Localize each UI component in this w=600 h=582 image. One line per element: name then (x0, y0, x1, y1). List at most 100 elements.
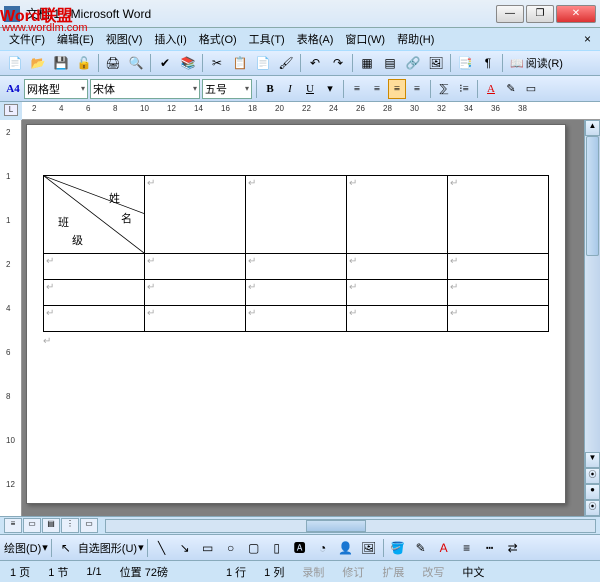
table-cell[interactable]: ↵ (44, 306, 145, 332)
table-cell[interactable]: ↵ (448, 176, 549, 254)
arrow-style-icon[interactable]: ⇄ (502, 537, 524, 559)
scroll-up-icon[interactable]: ▲ (585, 120, 600, 136)
permission-icon[interactable]: 🔓 (73, 52, 95, 74)
copy-icon[interactable]: 📋 (229, 52, 251, 74)
maximize-button[interactable]: ❐ (526, 5, 554, 23)
picture-icon[interactable]: 🖼 (358, 537, 380, 559)
italic-button[interactable]: I (281, 79, 299, 99)
table-cell[interactable]: ↵ (347, 306, 448, 332)
preview-icon[interactable]: 🔍 (125, 52, 147, 74)
web-view-icon[interactable]: ▭ (23, 518, 41, 533)
insert-table-icon[interactable]: ▦ (356, 52, 378, 74)
fill-color-icon[interactable]: 🪣 (387, 537, 409, 559)
spell-icon[interactable]: ✔ (154, 52, 176, 74)
research-icon[interactable]: 📚 (177, 52, 199, 74)
format-painter-icon[interactable]: 🖌 (275, 52, 297, 74)
table-cell[interactable]: ↵ (246, 280, 347, 306)
document-area[interactable]: 姓 名 班 级 ↵ ↵ ↵ ↵ ↵↵↵↵↵ ↵↵↵↵↵ ↵↵↵↵↵ ↵ (22, 120, 584, 516)
font-color-icon[interactable]: A (482, 79, 500, 99)
close-button[interactable]: ✕ (556, 5, 596, 23)
undo-icon[interactable]: ↶ (304, 52, 326, 74)
table-cell[interactable]: ↵ (246, 254, 347, 280)
table-cell[interactable]: ↵ (246, 306, 347, 332)
numbering-icon[interactable]: ⅀ (435, 79, 453, 99)
table-cell[interactable]: ↵ (448, 254, 549, 280)
select-browse-icon[interactable]: ● (585, 484, 600, 500)
normal-view-icon[interactable]: ≡ (4, 518, 22, 533)
drawing-icon[interactable]: 🖼 (425, 52, 447, 74)
a4-styles-icon[interactable]: A4 (4, 79, 22, 99)
ruler-vertical[interactable]: 21124681012 (0, 120, 22, 516)
scroll-thumb-v[interactable] (586, 136, 599, 256)
status-ovr[interactable]: 改写 (418, 564, 448, 580)
align-left-icon[interactable]: ≡ (348, 79, 366, 99)
dash-style-icon[interactable]: ┅ (479, 537, 501, 559)
menu-window[interactable]: 窗口(W) (340, 29, 390, 49)
table-cell[interactable]: ↵ (448, 306, 549, 332)
browse-prev-icon[interactable]: ⦿ (585, 468, 600, 484)
wordart-icon[interactable]: 🅰 (289, 537, 311, 559)
insert-diagram-icon[interactable]: ▤ (379, 52, 401, 74)
reading-view-icon[interactable]: ▭ (80, 518, 98, 533)
table-cell[interactable]: ↵ (347, 176, 448, 254)
menu-format[interactable]: 格式(O) (194, 29, 242, 49)
menu-view[interactable]: 视图(V) (101, 29, 148, 49)
oval-icon[interactable]: ○ (220, 537, 242, 559)
table-cell[interactable]: ↵ (44, 254, 145, 280)
minimize-button[interactable]: — (496, 5, 524, 23)
status-ext[interactable]: 扩展 (378, 564, 408, 580)
outline-view-icon[interactable]: ⋮ (61, 518, 79, 533)
paste-icon[interactable]: 📄 (252, 52, 274, 74)
insert-hyperlink-icon[interactable]: 🔗 (402, 52, 424, 74)
font-combo[interactable]: 宋体▾ (90, 79, 200, 99)
align-justify-icon[interactable]: ≡ (408, 79, 426, 99)
fontsize-combo[interactable]: 五号▾ (202, 79, 252, 99)
status-rev[interactable]: 修订 (338, 564, 368, 580)
reading-mode-button[interactable]: 📖阅读(R) (506, 55, 567, 71)
select-arrow-icon[interactable]: ↖ (55, 537, 77, 559)
align-center-icon[interactable]: ≡ (368, 79, 386, 99)
arrow-icon[interactable]: ↘ (174, 537, 196, 559)
menu-tools[interactable]: 工具(T) (244, 29, 290, 49)
doc-close-button[interactable]: × (579, 30, 596, 48)
table-cell[interactable]: ↵ (44, 280, 145, 306)
scrollbar-horizontal[interactable] (105, 519, 596, 533)
table-cell[interactable]: ↵ (347, 254, 448, 280)
docmap-icon[interactable]: 📑 (454, 52, 476, 74)
bullets-icon[interactable]: ⁝≡ (455, 79, 473, 99)
scroll-thumb-h[interactable] (306, 520, 366, 532)
line-icon[interactable]: ╲ (151, 537, 173, 559)
diagram-icon[interactable]: ◔ (312, 537, 334, 559)
line-style-icon[interactable]: ≡ (456, 537, 478, 559)
save-icon[interactable]: 💾 (50, 52, 72, 74)
scroll-down-icon[interactable]: ▼ (585, 452, 600, 468)
scrollbar-vertical[interactable]: ▲ ▼ ⦿ ● ⦿ (584, 120, 600, 516)
bold-button[interactable]: B (261, 79, 279, 99)
vtextbox-icon[interactable]: ▯ (266, 537, 288, 559)
draw-menu[interactable]: 绘图(D) (4, 540, 41, 556)
underline-button[interactable]: U (301, 79, 319, 99)
print-view-icon[interactable]: ▤ (42, 518, 60, 533)
highlight-icon[interactable]: ✎ (502, 79, 520, 99)
table-cell[interactable]: ↵ (145, 254, 246, 280)
menu-help[interactable]: 帮助(H) (392, 29, 439, 49)
table-cell[interactable]: ↵ (145, 306, 246, 332)
charborder-icon[interactable]: ▭ (522, 79, 540, 99)
open-icon[interactable]: 📂 (27, 52, 49, 74)
status-rec[interactable]: 录制 (298, 564, 328, 580)
rect-icon[interactable]: ▭ (197, 537, 219, 559)
textbox-icon[interactable]: ▢ (243, 537, 265, 559)
fontcolor-draw-icon[interactable]: A (433, 537, 455, 559)
table-cell[interactable]: ↵ (145, 176, 246, 254)
redo-icon[interactable]: ↷ (327, 52, 349, 74)
tab-type-button[interactable]: L (4, 104, 18, 116)
underline-dropdown-icon[interactable]: ▾ (321, 79, 339, 99)
print-icon[interactable]: 🖨 (102, 52, 124, 74)
ruler-horizontal[interactable]: L 2468101214161820222426283032343638 (22, 102, 600, 120)
table-cell[interactable]: ↵ (246, 176, 347, 254)
clipart-icon[interactable]: 👤 (335, 537, 357, 559)
table-cell[interactable]: ↵ (145, 280, 246, 306)
browse-next-icon[interactable]: ⦿ (585, 500, 600, 516)
align-right-icon[interactable]: ≡ (388, 79, 406, 99)
autoshape-menu[interactable]: 自选图形(U) (78, 540, 137, 556)
